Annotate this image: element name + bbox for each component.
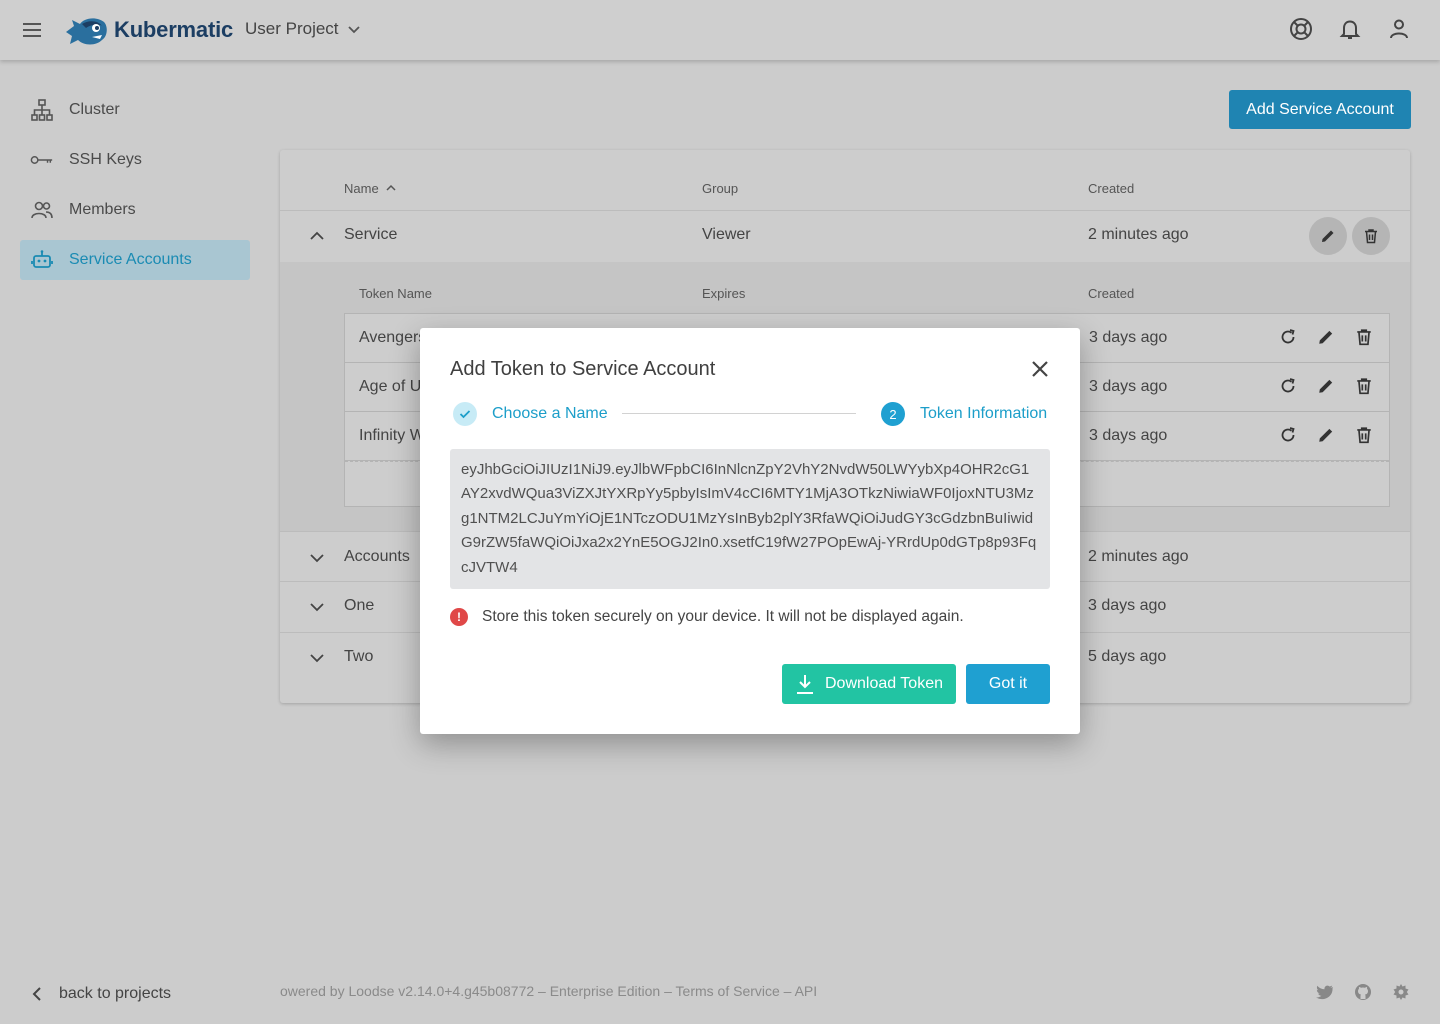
- step-number: 2: [881, 402, 905, 426]
- top-bar: Kubermatic User Project: [0, 0, 1440, 60]
- pencil-icon[interactable]: [1317, 426, 1335, 444]
- divider: [280, 210, 1410, 211]
- pencil-icon[interactable]: [1317, 328, 1335, 346]
- pencil-icon[interactable]: [1317, 377, 1335, 395]
- download-token-button[interactable]: Download Token: [782, 664, 956, 704]
- add-service-account-button[interactable]: Add Service Account: [1229, 90, 1411, 129]
- trash-icon[interactable]: [1355, 426, 1373, 444]
- brand-name: Kubermatic: [114, 17, 234, 42]
- step-token-information[interactable]: 2 Token Information: [881, 402, 1047, 426]
- account-created: 5 days ago: [1088, 648, 1167, 665]
- token-created: 3 days ago: [1089, 378, 1168, 395]
- edit-account-button[interactable]: [1309, 217, 1347, 255]
- menu-icon[interactable]: [20, 18, 44, 42]
- robot-icon: [30, 248, 54, 272]
- sidebar-item-ssh-keys[interactable]: SSH Keys: [20, 140, 250, 180]
- download-icon: [795, 673, 815, 695]
- refresh-icon[interactable]: [1279, 426, 1297, 444]
- sort-asc-icon: [386, 184, 396, 191]
- chevron-down-icon[interactable]: [308, 649, 326, 667]
- footer-text: owered by Loodse v2.14.0+4.g45b08772 – E…: [280, 983, 818, 999]
- account-created: 3 days ago: [1088, 597, 1167, 614]
- token-name: Age of U: [359, 378, 422, 395]
- cluster-icon: [30, 98, 54, 122]
- step-label: Choose a Name: [492, 405, 608, 422]
- stepper-divider: [622, 413, 856, 414]
- sidebar-item-label: SSH Keys: [69, 151, 142, 168]
- sidebar-item-label: Service Accounts: [69, 251, 192, 268]
- close-icon[interactable]: [1030, 359, 1050, 379]
- token-header-name: Token Name: [359, 286, 432, 301]
- refresh-icon[interactable]: [1279, 328, 1297, 346]
- project-name: User Project: [245, 19, 339, 38]
- kubermatic-logo-icon[interactable]: [62, 10, 110, 50]
- error-icon: !: [450, 608, 468, 626]
- download-label: Download Token: [824, 675, 943, 692]
- check-icon: [453, 402, 477, 426]
- key-icon: [30, 148, 54, 172]
- token-header-expires: Expires: [702, 286, 746, 301]
- bell-icon[interactable]: [1337, 16, 1363, 42]
- sidebar-item-label: Members: [69, 201, 136, 218]
- warning-text: Store this token securely on your device…: [482, 608, 964, 625]
- twitter-icon[interactable]: [1316, 983, 1334, 1001]
- refresh-icon[interactable]: [1279, 377, 1297, 395]
- settings-gear-icon[interactable]: [1392, 983, 1410, 1001]
- sidebar-item-label: Cluster: [69, 101, 120, 118]
- account-name: Two: [344, 648, 374, 665]
- header-name-label: Name: [344, 181, 379, 196]
- github-icon[interactable]: [1354, 983, 1372, 1001]
- token-warning: ! Store this token securely on your devi…: [450, 608, 964, 626]
- sidebar-item-cluster[interactable]: Cluster: [20, 90, 250, 130]
- members-icon: [30, 198, 54, 222]
- account-name: Accounts: [344, 548, 410, 565]
- account-created: 2 minutes ago: [1088, 548, 1189, 565]
- chevron-down-icon: [347, 26, 360, 34]
- account-name: One: [344, 597, 375, 614]
- token-header-created: Created: [1088, 286, 1135, 301]
- chevron-down-icon[interactable]: [308, 549, 326, 567]
- header-name[interactable]: Name: [344, 181, 397, 196]
- back-label: back to projects: [59, 985, 172, 1002]
- trash-icon: [1365, 229, 1377, 244]
- dialog-title: Add Token to Service Account: [450, 358, 716, 380]
- step-label: Token Information: [920, 405, 1048, 422]
- token-name: Infinity W: [359, 427, 425, 444]
- back-to-projects-link[interactable]: back to projects: [28, 982, 171, 1006]
- account-name: Service: [344, 226, 398, 243]
- delete-account-button[interactable]: [1352, 217, 1390, 255]
- trash-icon[interactable]: [1355, 377, 1373, 395]
- step-choose-name[interactable]: Choose a Name: [453, 402, 608, 426]
- sidebar-item-members[interactable]: Members: [20, 190, 250, 230]
- account-created: 2 minutes ago: [1088, 226, 1189, 243]
- trash-icon[interactable]: [1355, 328, 1373, 346]
- sidebar-item-service-accounts[interactable]: Service Accounts: [20, 240, 250, 280]
- token-created: 3 days ago: [1089, 329, 1168, 346]
- add-token-dialog: Add Token to Service Account Choose a Na…: [420, 328, 1080, 734]
- account-group: Viewer: [702, 226, 751, 243]
- header-group: Group: [702, 181, 739, 196]
- sidebar: Cluster SSH Keys Members Service Account…: [20, 90, 250, 290]
- token-name: Avengers: [359, 329, 427, 346]
- token-value[interactable]: eyJhbGciOiJIUzI1NiJ9.eyJlbWFpbCI6InNlcnZ…: [450, 449, 1050, 589]
- user-icon[interactable]: [1386, 16, 1412, 42]
- chevron-down-icon[interactable]: [308, 598, 326, 616]
- pencil-icon: [1322, 230, 1334, 242]
- help-icon[interactable]: [1288, 16, 1314, 42]
- token-created: 3 days ago: [1089, 427, 1168, 444]
- got-it-button[interactable]: Got it: [966, 664, 1050, 704]
- chevron-up-icon[interactable]: [308, 227, 326, 245]
- chevron-left-icon: [28, 982, 46, 1006]
- header-created: Created: [1088, 181, 1135, 196]
- project-selector[interactable]: User Project: [245, 19, 361, 39]
